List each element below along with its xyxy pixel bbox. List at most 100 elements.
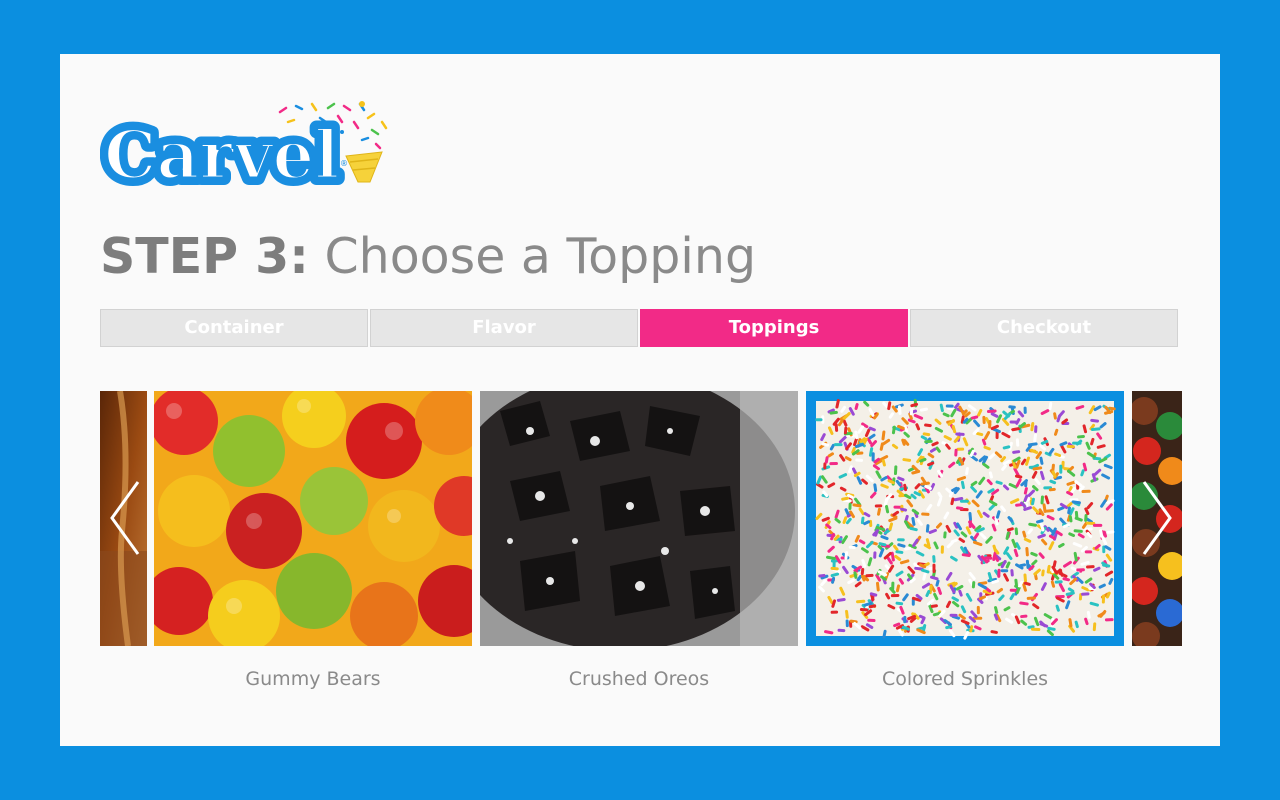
sprinkle: [1065, 600, 1071, 610]
carvel-logo[interactable]: Carvel Carvel ®: [97, 100, 390, 201]
carousel-prev-button[interactable]: [106, 478, 146, 558]
sprinkle: [870, 593, 875, 601]
sprinkle: [1057, 506, 1065, 512]
sprinkle: [933, 541, 939, 550]
sprinkle: [977, 408, 983, 417]
sprinkle: [1022, 530, 1027, 538]
sprinkle: [881, 459, 886, 467]
sprinkle: [1039, 470, 1045, 481]
tab-toppings[interactable]: Toppings: [640, 309, 908, 347]
sprinkle: [1101, 561, 1109, 568]
sprinkle: [885, 592, 891, 600]
sprinkle: [1006, 527, 1014, 532]
topping-label-crushed-oreos[interactable]: Crushed Oreos: [480, 664, 798, 694]
sprinkle: [1068, 618, 1073, 628]
topping-tile-crushed-oreos[interactable]: [480, 391, 798, 646]
sprinkle: [1015, 542, 1021, 550]
sprinkle: [1098, 583, 1106, 589]
sprinkle: [936, 497, 943, 507]
sprinkle: [887, 401, 892, 411]
tab-container[interactable]: Container: [100, 309, 368, 347]
sprinkle: [922, 432, 931, 437]
sprinkle: [1030, 421, 1035, 432]
sprinkle: [925, 524, 930, 533]
sprinkle: [1015, 587, 1021, 595]
sprinkle: [1049, 479, 1057, 485]
sprinkle: [851, 446, 856, 454]
topping-label-gummy-bears[interactable]: Gummy Bears: [154, 664, 472, 694]
sprinkle: [842, 419, 848, 427]
sprinkle: [824, 630, 834, 635]
sprinkle: [1028, 522, 1038, 527]
sprinkle: [958, 589, 963, 597]
sprinkle: [899, 559, 910, 565]
sprinkle: [835, 399, 840, 409]
sprinkle: [898, 578, 904, 585]
sprinkle: [1042, 503, 1047, 513]
sprinkle: [853, 571, 858, 579]
sprinkle: [1053, 412, 1057, 420]
sprinkle: [854, 534, 860, 543]
sprinkle: [915, 423, 921, 431]
sprinkle: [928, 528, 937, 534]
sprinkle: [1027, 442, 1038, 447]
sprinkle: [1020, 458, 1027, 466]
sprinkle: [1036, 519, 1044, 524]
sprinkle: [1108, 577, 1114, 585]
sprinkle: [987, 488, 995, 494]
sprinkle: [888, 522, 894, 531]
sprinkle: [880, 535, 889, 541]
sprinkle: [970, 480, 978, 487]
sprinkle: [1074, 620, 1079, 629]
sprinkle: [950, 497, 955, 506]
sprinkle: [901, 438, 906, 446]
sprinkle: [1003, 484, 1010, 491]
sprinkle: [903, 425, 909, 433]
carousel-next-button[interactable]: [1138, 478, 1178, 558]
sprinkle: [919, 457, 927, 463]
sprinkle: [866, 437, 873, 445]
sprinkle: [990, 424, 999, 431]
sprinkle: [1058, 542, 1065, 548]
tab-checkout[interactable]: Checkout: [910, 309, 1178, 347]
sprinkle: [991, 579, 1000, 584]
sprinkle: [1054, 428, 1059, 436]
sprinkle: [995, 510, 1001, 519]
sprinkle: [1077, 533, 1085, 539]
sprinkle: [931, 441, 939, 447]
sprinkle: [1023, 487, 1028, 495]
topping-tile-colored-sprinkles[interactable]: [806, 391, 1124, 646]
sprinkle: [876, 581, 880, 592]
sprinkle: [924, 423, 932, 428]
sprinkle: [1023, 537, 1032, 543]
sprinkle: [892, 510, 900, 517]
sprinkle: [942, 412, 950, 418]
sprinkle: [1084, 617, 1089, 626]
sprinkle: [830, 566, 839, 571]
sprinkle: [854, 403, 859, 410]
topping-label-colored-sprinkles[interactable]: Colored Sprinkles: [806, 664, 1124, 694]
sprinkle: [1080, 469, 1085, 477]
sprinkle: [988, 471, 993, 479]
sprinkle: [872, 413, 879, 420]
sprinkle: [981, 438, 987, 446]
sprinkle: [907, 418, 916, 424]
sprinkle: [937, 491, 943, 499]
tab-flavor[interactable]: Flavor: [370, 309, 638, 347]
sprinkle: [1030, 551, 1038, 557]
sprinkle: [902, 458, 912, 462]
sprinkle: [909, 577, 916, 584]
gummy-bears-image: [154, 391, 472, 646]
sprinkle: [880, 575, 887, 581]
topping-tile-gummy-bears[interactable]: [154, 391, 472, 646]
sprinkle: [922, 572, 927, 581]
sprinkle: [849, 619, 858, 624]
sprinkle: [1002, 445, 1011, 450]
toppings-carousel: [100, 390, 1182, 650]
chevron-left-icon: [110, 481, 140, 555]
sprinkle: [833, 534, 840, 541]
sprinkle: [937, 586, 942, 595]
sprinkle: [895, 550, 904, 554]
sprinkle: [854, 430, 859, 440]
step-tabs: Container Flavor Toppings Checkout: [100, 309, 1180, 347]
